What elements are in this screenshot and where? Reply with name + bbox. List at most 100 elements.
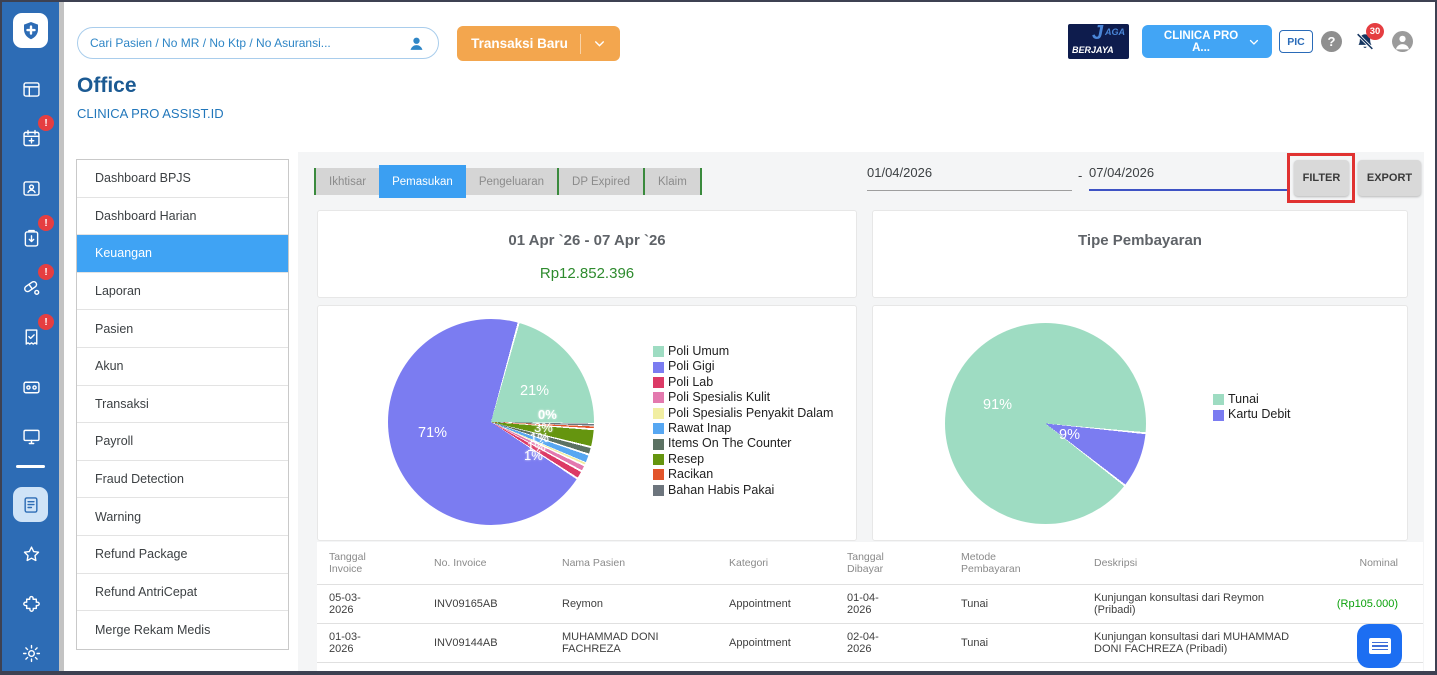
date-from-field[interactable]: 01/04/2026	[867, 165, 1072, 191]
table-row[interactable]: 01-03-2026 INV09144AB MUHAMMAD DONI FACH…	[317, 624, 1423, 663]
jaga-berjaya-logo: J AGA BERJAYA	[1068, 24, 1129, 59]
person-search-icon	[407, 34, 426, 53]
legend-item[interactable]: Poli Gigi	[653, 359, 833, 374]
menu-item-keuangan[interactable]: Keuangan	[77, 235, 288, 273]
menu-item-warning[interactable]: Warning	[77, 498, 288, 536]
new-transaction-label: Transaksi Baru	[471, 36, 568, 51]
patient-card-icon[interactable]	[19, 176, 43, 200]
legend-item[interactable]: Bahan Habis Pakai	[653, 483, 833, 498]
income-pie-chart[interactable]: 71% 21% 0% 3% 1% 1% 1%	[388, 319, 594, 525]
page-title: Office	[77, 74, 137, 98]
legend-label: Poli Spesialis Kulit	[668, 390, 770, 405]
tab-dp-expired[interactable]: DP Expired	[557, 168, 643, 195]
calendar-icon[interactable]: !	[19, 126, 43, 150]
page-subtitle: CLINICA PRO ASSIST.ID	[77, 106, 224, 121]
legend-label: Bahan Habis Pakai	[668, 483, 774, 498]
help-icon[interactable]: ?	[1321, 31, 1342, 52]
clipboard-icon[interactable]: !	[19, 226, 43, 250]
alert-badge: !	[38, 215, 54, 231]
legend-item[interactable]: Racikan	[653, 467, 833, 482]
date-range-title: 01 Apr `26 - 07 Apr `26	[318, 232, 856, 249]
section-menu: Dashboard BPJS Dashboard Harian Keuangan…	[76, 159, 289, 650]
menu-item-dashboard-harian[interactable]: Dashboard Harian	[77, 198, 288, 236]
legend-label: Poli Umum	[668, 344, 729, 359]
menu-item-akun[interactable]: Akun	[77, 348, 288, 386]
legend-item[interactable]: Tunai	[1213, 392, 1291, 407]
legend-item[interactable]: Items On The Counter	[653, 436, 833, 451]
finance-tabs: Ikhtisar Pemasukan Pengeluaran DP Expire…	[314, 165, 702, 198]
menu-item-refund-antricepat[interactable]: Refund AntriCepat	[77, 574, 288, 612]
legend-swatch	[653, 469, 664, 480]
table-row[interactable]: 05-03-2026 INV09165AB Reymon Appointment…	[317, 585, 1423, 624]
cassette-icon[interactable]	[19, 375, 43, 399]
pie-label: 1%	[524, 448, 543, 463]
date-to-field[interactable]: 07/04/2026	[1089, 165, 1287, 191]
clinic-selector-label: CLINICA PRO A...	[1154, 30, 1248, 54]
gear-icon[interactable]	[19, 641, 43, 665]
export-button[interactable]: EXPORT	[1358, 160, 1421, 196]
modules-icon[interactable]	[19, 77, 43, 101]
patient-search[interactable]	[77, 27, 439, 59]
pie-label: 71%	[418, 425, 447, 441]
help-glyph: ?	[1328, 34, 1336, 49]
new-transaction-button[interactable]: Transaksi Baru	[457, 26, 620, 61]
tab-pemasukan[interactable]: Pemasukan	[379, 165, 466, 198]
office-document-icon[interactable]	[13, 487, 48, 522]
menu-item-refund-package[interactable]: Refund Package	[77, 536, 288, 574]
cell-deskripsi: Kunjungan konsultasi dari Reymon (Pribad…	[1082, 585, 1307, 624]
account-avatar-icon[interactable]	[1392, 31, 1413, 52]
payment-pie-chart[interactable]: 91% 9%	[945, 323, 1146, 524]
tab-ikhtisar[interactable]: Ikhtisar	[314, 168, 379, 195]
cell-metode-pembayaran: Tunai	[949, 585, 1082, 624]
legend-swatch	[653, 454, 664, 465]
app-logo[interactable]	[13, 13, 48, 48]
chat-card-icon	[1369, 638, 1391, 654]
legend-label: Items On The Counter	[668, 436, 791, 451]
legend-swatch	[1213, 394, 1224, 405]
puzzle-icon[interactable]	[19, 592, 43, 616]
menu-item-transaksi[interactable]: Transaksi	[77, 386, 288, 424]
col-deskripsi: Deskripsi	[1082, 542, 1307, 585]
pic-button[interactable]: PIC	[1279, 30, 1313, 53]
clinic-selector-dropdown[interactable]: CLINICA PRO A...	[1142, 25, 1272, 58]
cell-kategori: Appointment	[717, 585, 835, 624]
legend-swatch	[1213, 410, 1224, 421]
icon-rail: ! ! ! !	[2, 2, 59, 671]
chevron-down-icon	[593, 37, 606, 50]
legend-item[interactable]: Poli Spesialis Kulit	[653, 390, 833, 405]
legend-label: Kartu Debit	[1228, 407, 1291, 422]
menu-item-merge-rekam-medis[interactable]: Merge Rekam Medis	[77, 611, 288, 649]
tab-klaim[interactable]: Klaim	[643, 168, 702, 195]
legend-item[interactable]: Poli Umum	[653, 344, 833, 359]
legend-item[interactable]: Kartu Debit	[1213, 407, 1291, 422]
rail-divider	[16, 465, 45, 468]
cell-metode-pembayaran: Tunai	[949, 624, 1082, 663]
chat-widget-button[interactable]	[1357, 624, 1402, 668]
legend-label: Poli Gigi	[668, 359, 715, 374]
menu-item-dashboard-bpjs[interactable]: Dashboard BPJS	[77, 160, 288, 198]
receipt-icon[interactable]: !	[19, 325, 43, 349]
monitor-icon[interactable]	[19, 424, 43, 448]
filter-button[interactable]: FILTER	[1294, 160, 1349, 196]
rail-scrollbar[interactable]	[59, 2, 64, 671]
medicine-icon[interactable]: !	[19, 275, 43, 299]
menu-item-laporan[interactable]: Laporan	[77, 273, 288, 311]
legend-item[interactable]: Poli Spesialis Penyakit Dalam	[653, 406, 833, 421]
logo-text-top: AGA	[1105, 27, 1125, 37]
legend-item[interactable]: Rawat Inap	[653, 421, 833, 436]
menu-item-payroll[interactable]: Payroll	[77, 423, 288, 461]
star-icon[interactable]	[19, 542, 43, 566]
legend-item[interactable]: Poli Lab	[653, 375, 833, 390]
cell-nama-pasien: Reymon	[550, 585, 717, 624]
tab-pengeluaran[interactable]: Pengeluaran	[466, 168, 557, 195]
cell-nama-pasien: MUHAMMAD DONI FACHREZA	[550, 624, 717, 663]
menu-item-pasien[interactable]: Pasien	[77, 310, 288, 348]
income-chart-legend: Poli Umum Poli Gigi Poli Lab Poli Spesia…	[653, 344, 833, 498]
legend-item[interactable]: Resep	[653, 452, 833, 467]
menu-item-fraud-detection[interactable]: Fraud Detection	[77, 461, 288, 499]
search-input[interactable]	[90, 36, 407, 50]
legend-label: Tunai	[1228, 392, 1259, 407]
payment-type-card: Tipe Pembayaran	[872, 210, 1408, 298]
pie-label: 21%	[520, 383, 549, 399]
cell-kategori: Appointment	[717, 624, 835, 663]
